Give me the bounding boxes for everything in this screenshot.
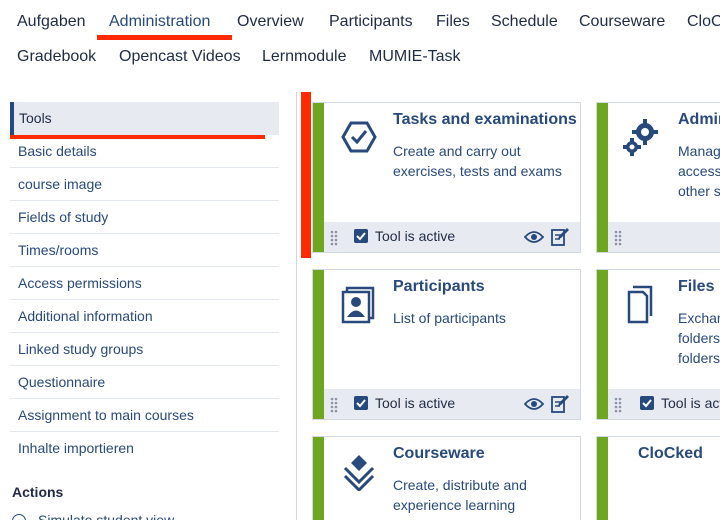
nav-participants[interactable]: Participants (329, 13, 413, 31)
nav-opencast-videos[interactable]: Opencast Videos (119, 48, 241, 66)
tool-card-clocked: CloCked (596, 436, 720, 520)
sidebar-item-times-rooms[interactable]: Times/rooms (10, 234, 279, 267)
card-title[interactable]: Participants (393, 278, 485, 296)
card-footer: Tool is acti (608, 389, 720, 419)
nav-lernmodule[interactable]: Lernmodule (262, 48, 347, 66)
eye-icon[interactable] (524, 397, 544, 411)
eye-icon[interactable] (524, 230, 544, 244)
tool-card-files: Files Exchan folders folders Tool is act… (596, 269, 720, 420)
card-footer (608, 222, 720, 252)
card-footer: Tool is active (324, 222, 580, 252)
card-title[interactable]: Files (678, 278, 714, 296)
nav-aufgaben[interactable]: Aufgaben (17, 13, 86, 31)
sidebar-item-inhalte-importieren[interactable]: Inhalte importieren (10, 432, 279, 465)
tool-active-checkbox[interactable] (354, 229, 368, 243)
courseware-icon (339, 451, 379, 493)
card-title[interactable]: Courseware (393, 445, 485, 463)
sidebar: Tools Basic details course image Fields … (0, 92, 296, 520)
nav-files[interactable]: Files (436, 13, 470, 31)
edit-icon[interactable] (550, 394, 570, 414)
tool-active-label: Tool is acti (661, 395, 720, 411)
drag-handle-icon[interactable] (614, 397, 622, 413)
nav-overview[interactable]: Overview (237, 13, 304, 31)
card-description: List of participants (393, 310, 506, 326)
tasks-icon (339, 117, 379, 157)
sidebar-divider (296, 92, 297, 520)
annotation-bar-tasks (301, 92, 311, 258)
tool-card-tasks: Tasks and examinations Create and carry … (312, 102, 581, 253)
nav-gradebook[interactable]: Gradebook (17, 48, 96, 66)
tool-active-label: Tool is active (375, 228, 456, 244)
card-title[interactable]: CloCked (638, 445, 703, 463)
files-icon (621, 284, 661, 324)
tool-active-bar (597, 103, 608, 252)
gears-icon (621, 117, 661, 157)
sidebar-item-tools[interactable]: Tools (10, 102, 279, 135)
tool-active-bar (313, 103, 324, 252)
card-title[interactable]: Tasks and examinations (393, 111, 577, 129)
nav-clocked[interactable]: CloC (687, 13, 720, 31)
course-navigation: Aufgaben Administration Overview Partici… (0, 0, 720, 80)
annotation-underline-administration (97, 35, 232, 40)
edit-icon[interactable] (550, 227, 570, 247)
sidebar-item-linked-study-groups[interactable]: Linked study groups (10, 333, 279, 366)
sidebar-item-assignment-main-courses[interactable]: Assignment to main courses (10, 399, 279, 432)
tool-active-bar (313, 270, 324, 419)
student-view-icon (12, 514, 26, 520)
drag-handle-icon[interactable] (614, 230, 622, 246)
tool-card-participants: Participants List of participants Tool i… (312, 269, 581, 420)
drag-handle-icon[interactable] (330, 230, 338, 246)
tool-active-bar (597, 437, 608, 520)
tool-active-bar (597, 270, 608, 419)
card-description: Exchan folders folders (678, 310, 720, 366)
card-footer: Tool is active (324, 389, 580, 419)
actions-item-label: Simulate student view (38, 512, 175, 520)
card-title[interactable]: Admin (678, 111, 720, 129)
actions-heading: Actions (12, 484, 64, 500)
card-description: Create and carry out exercises, tests an… (393, 143, 562, 179)
card-description: Create, distribute and experience learni… (393, 477, 527, 513)
tool-active-checkbox[interactable] (640, 396, 654, 410)
sidebar-item-basic-details[interactable]: Basic details (10, 135, 279, 168)
nav-schedule[interactable]: Schedule (491, 13, 558, 31)
sidebar-item-access-permissions[interactable]: Access permissions (10, 267, 279, 300)
card-description: Manag access other s (678, 143, 720, 199)
sidebar-item-questionnaire[interactable]: Questionnaire (10, 366, 279, 399)
nav-administration[interactable]: Administration (109, 13, 210, 31)
tool-active-bar (313, 437, 324, 520)
nav-courseware[interactable]: Courseware (579, 13, 665, 31)
sidebar-item-fields-of-study[interactable]: Fields of study (10, 201, 279, 234)
drag-handle-icon[interactable] (330, 397, 338, 413)
tool-active-checkbox[interactable] (354, 396, 368, 410)
sidebar-item-course-image[interactable]: course image (10, 168, 279, 201)
simulate-student-view-action[interactable]: Simulate student view (12, 512, 174, 520)
sidebar-item-additional-information[interactable]: Additional information (10, 300, 279, 333)
nav-mumie-task[interactable]: MUMIE-Task (369, 48, 461, 66)
tool-card-admin: Admin Manag access other s (596, 102, 720, 253)
tool-card-courseware: Courseware Create, distribute and experi… (312, 436, 581, 520)
tool-active-label: Tool is active (375, 395, 456, 411)
participants-icon (339, 284, 379, 324)
